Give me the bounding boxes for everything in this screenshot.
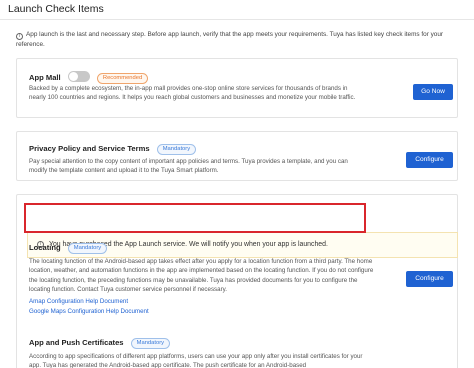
app-mall-card: App Mall Recommended Backed by a complet…	[16, 58, 458, 118]
title-divider	[0, 19, 474, 20]
recommended-badge: Recommended	[96, 73, 149, 84]
amap-help-link[interactable]: Amap Configuration Help Document	[29, 298, 128, 305]
privacy-title: Privacy Policy and Service Terms	[29, 144, 150, 153]
push-title: App and Push Certificates	[29, 338, 124, 347]
app-mall-description: Backed by a complete ecosystem, the in-a…	[29, 85, 356, 102]
push-description: According to app specifications of diffe…	[29, 353, 363, 368]
toggle-knob	[68, 72, 78, 81]
locating-description: The locating function of the Android-bas…	[29, 258, 374, 294]
privacy-heading: Privacy Policy and Service Terms Mandato…	[29, 144, 197, 155]
info-icon: i	[16, 33, 23, 40]
intro-text: i App launch is the last and necessary st…	[16, 30, 464, 49]
push-heading: App and Push Certificates Mandatory	[29, 338, 171, 349]
intro-label: App launch is the last and necessary ste…	[16, 31, 444, 48]
push-mandatory-badge: Mandatory	[130, 338, 171, 349]
privacy-card: Privacy Policy and Service Terms Mandato…	[16, 131, 458, 181]
locating-title: Locating	[29, 243, 61, 252]
privacy-configure-button[interactable]: Configure	[406, 152, 453, 168]
privacy-description: Pay special attention to the copy conten…	[29, 158, 348, 175]
google-maps-help-link[interactable]: Google Maps Configuration Help Document	[29, 308, 149, 315]
app-mall-toggle[interactable]	[67, 71, 90, 82]
notice-highlight-box	[24, 203, 366, 233]
locating-heading: Locating Mandatory	[29, 243, 108, 254]
page-title: Launch Check Items	[8, 3, 104, 15]
app-mall-title: App Mall	[29, 73, 61, 82]
locating-mandatory-badge: Mandatory	[67, 243, 108, 254]
mandatory-badge: Mandatory	[156, 144, 197, 155]
go-now-button[interactable]: Go Now	[413, 84, 453, 100]
app-mall-heading: App Mall Recommended	[29, 71, 149, 84]
locating-configure-button[interactable]: Configure	[406, 271, 453, 287]
